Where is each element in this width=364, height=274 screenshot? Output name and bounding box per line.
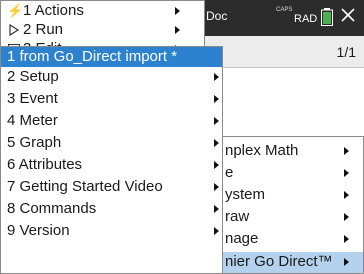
play-triangle-icon: [9, 23, 20, 37]
menu-item-label: e: [225, 164, 234, 181]
menu-item-label: raw: [225, 208, 250, 225]
submenu-arrow-icon: [344, 147, 349, 155]
menu-item-run[interactable]: 2 Run: [1, 20, 204, 40]
menu-item-label: 1 Actions: [23, 2, 84, 19]
menu-item-label: 5 Graph: [7, 134, 62, 151]
battery-icon: [321, 8, 333, 26]
menu-item-label: 2 Run: [23, 21, 64, 38]
submenu-item-draw[interactable]: raw: [218, 207, 363, 228]
submenu-arrow-icon: [214, 161, 219, 169]
menu-item-label: 7 Getting Started Video: [7, 178, 163, 195]
menu-item-label: 9 Version: [7, 222, 70, 239]
submenu-arrow-icon: [344, 191, 349, 199]
submenu-arrow-icon: [214, 227, 219, 235]
submenu-arrow-icon: [175, 7, 180, 15]
caps-indicator: CAPS: [276, 7, 293, 13]
submenu-item-vernier-go-direct[interactable]: nier Go Direct™: [218, 252, 363, 273]
menu-item-label: nplex Math: [225, 142, 299, 159]
submenu-item-complex-math[interactable]: nplex Math: [218, 141, 363, 162]
menu-item-version[interactable]: 9 Version: [1, 221, 222, 241]
submenu-arrow-icon: [344, 213, 349, 221]
menu-item-label: ystem: [225, 186, 266, 203]
go-direct-menu: 1 from Go_Direct import * 2 Setup 3 Even…: [0, 46, 223, 274]
submenu-arrow-icon: [214, 183, 219, 191]
submenu-arrow-icon: [175, 26, 180, 34]
menu-item-commands[interactable]: 8 Commands: [1, 199, 222, 219]
vernier-submenu: nplex Math e ystem raw nage nier Go Dire…: [217, 136, 364, 274]
submenu-arrow-icon: [214, 73, 219, 81]
submenu-arrow-icon: [344, 235, 349, 243]
angle-mode-indicator: RAD: [294, 13, 318, 25]
menu-item-event[interactable]: 3 Event: [1, 89, 222, 109]
menu-item-actions[interactable]: ⚡ 1 Actions: [1, 1, 204, 21]
submenu-arrow-icon: [214, 139, 219, 147]
menu-item-label: nage: [225, 230, 259, 247]
close-icon[interactable]: [339, 6, 357, 24]
menu-item-label: 6 Attributes: [7, 156, 83, 173]
menu-item-label: 2 Setup: [7, 68, 59, 85]
menu-item-label: 4 Meter: [7, 112, 58, 129]
submenu-arrow-icon: [344, 169, 349, 177]
submenu-arrow-icon: [214, 95, 219, 103]
menu-item-meter[interactable]: 4 Meter: [1, 111, 222, 131]
menu-item-setup[interactable]: 2 Setup: [1, 67, 222, 87]
menu-item-label: 8 Commands: [7, 200, 97, 217]
page-indicator: 1/1: [336, 44, 356, 60]
menu-item-label: 1 from Go_Direct import *: [7, 48, 178, 65]
submenu-arrow-icon: [214, 117, 219, 125]
menu-item-getting-started-video[interactable]: 7 Getting Started Video: [1, 177, 222, 197]
submenu-item-image[interactable]: nage: [218, 229, 363, 250]
menu-item-graph[interactable]: 5 Graph: [1, 133, 222, 153]
submenu-item-e[interactable]: e: [218, 163, 363, 184]
menu-item-label: nier Go Direct™: [225, 253, 333, 270]
lightning-icon: ⚡: [7, 3, 24, 18]
menu-item-import[interactable]: 1 from Go_Direct import *: [1, 47, 222, 67]
submenu-arrow-icon: [214, 205, 219, 213]
menu-item-attributes[interactable]: 6 Attributes: [1, 155, 222, 175]
submenu-arrow-icon: [344, 258, 349, 266]
menu-item-label: 3 Event: [7, 90, 58, 107]
submenu-item-system[interactable]: ystem: [218, 185, 363, 206]
document-title: Doc: [206, 9, 228, 23]
